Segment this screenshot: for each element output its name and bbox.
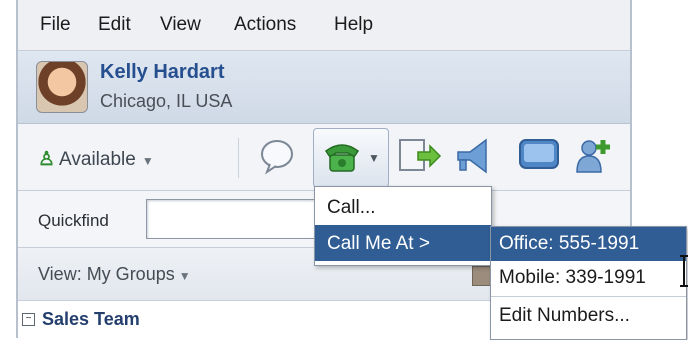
phone-call-button[interactable]: ▼ xyxy=(313,128,389,188)
chat-icon[interactable] xyxy=(258,136,296,176)
menu-edit[interactable]: Edit xyxy=(98,14,131,36)
call-me-at-submenu: Office: 555-1991 Mobile: 339-1991 Edit N… xyxy=(490,226,687,340)
profile-location: Chicago, IL USA xyxy=(100,91,233,111)
menu-actions[interactable]: Actions xyxy=(234,14,296,36)
status-dropdown[interactable]: ♙ Available ▼ xyxy=(38,148,154,171)
submenu-item-office[interactable]: Office: 555-1991 xyxy=(491,227,686,261)
avatar[interactable] xyxy=(36,61,88,113)
view-label: View: My Groups xyxy=(38,264,175,284)
group-name[interactable]: Sales Team xyxy=(42,309,140,330)
add-contact-icon[interactable] xyxy=(573,136,613,176)
submenu-divider xyxy=(491,296,686,297)
submenu-item-mobile[interactable]: Mobile: 339-1991 xyxy=(491,261,686,295)
view-groups-dropdown[interactable]: View: My Groups ▼ xyxy=(38,264,191,285)
submenu-item-edit-numbers[interactable]: Edit Numbers... xyxy=(491,299,686,333)
call-dropdown-menu: Call... Call Me At > xyxy=(314,186,492,266)
contact-view-icon[interactable] xyxy=(472,266,492,286)
menu-item-call[interactable]: Call... xyxy=(315,189,491,225)
chevron-down-icon[interactable]: ▼ xyxy=(368,151,380,165)
toolbar: ♙ Available ▼ ▼ xyxy=(18,124,630,191)
menu-item-call-me-at[interactable]: Call Me At > xyxy=(315,225,491,261)
profile-header: Kelly Hardart Chicago, IL USA xyxy=(18,51,630,124)
chevron-down-icon: ▼ xyxy=(178,269,191,283)
chevron-down-icon: ▼ xyxy=(141,154,154,168)
menu-help[interactable]: Help xyxy=(334,14,373,36)
profile-name: Kelly Hardart xyxy=(100,61,225,83)
transfer-icon[interactable] xyxy=(396,136,442,176)
menu-view[interactable]: View xyxy=(160,14,201,36)
menu-file[interactable]: File xyxy=(40,14,71,36)
broadcast-icon[interactable] xyxy=(450,136,496,176)
phone-icon xyxy=(324,144,360,172)
screen-share-icon[interactable] xyxy=(516,136,564,176)
quickfind-label: Quickfind xyxy=(38,211,109,230)
text-cursor-icon xyxy=(680,255,688,287)
menu-bar: File Edit View Actions Help xyxy=(18,0,630,51)
person-icon: ♙ xyxy=(38,149,56,170)
status-label: Available xyxy=(59,149,136,170)
toolbar-divider xyxy=(238,138,239,178)
collapse-icon[interactable]: − xyxy=(22,313,35,326)
